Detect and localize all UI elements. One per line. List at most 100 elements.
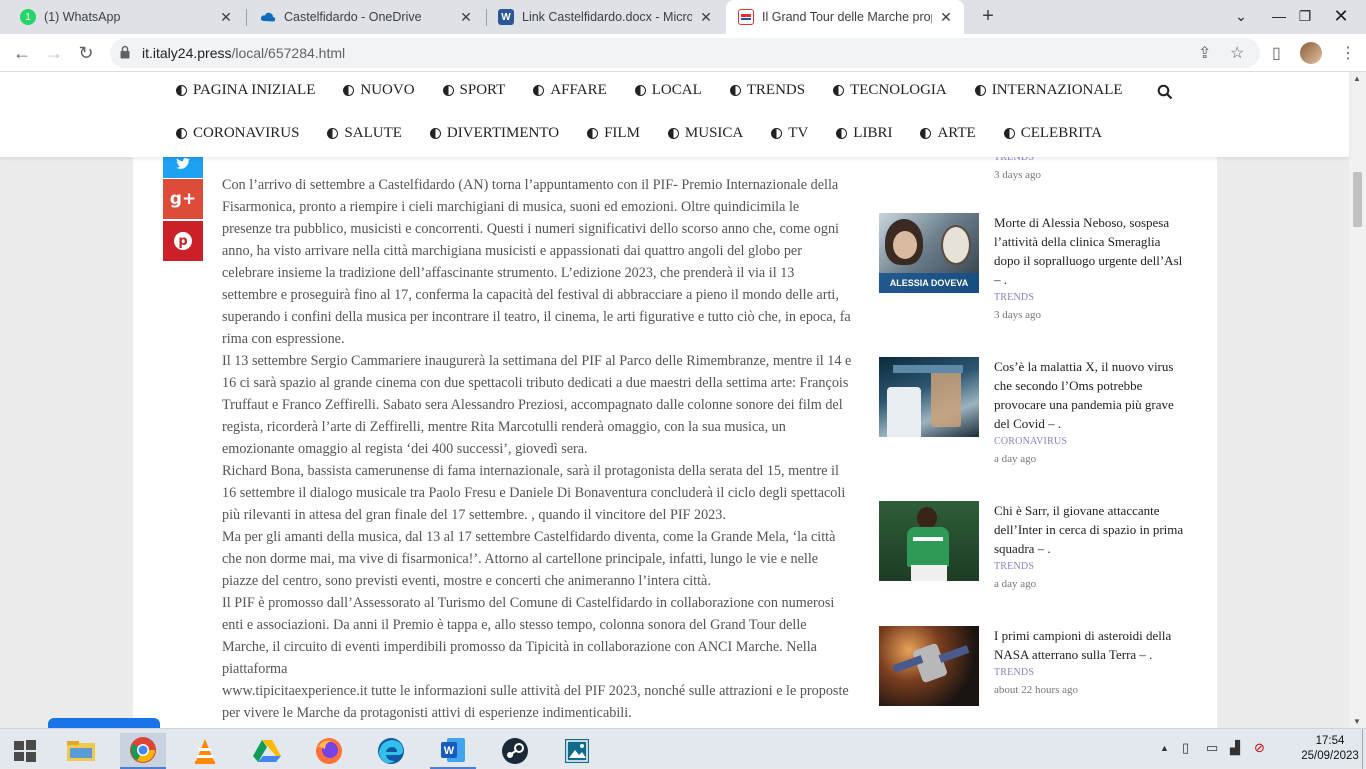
close-tab-icon[interactable]: ✕ — [698, 9, 714, 26]
restore-button[interactable]: ❐ — [1288, 0, 1322, 34]
menu-dots-icon[interactable]: ⋮ — [1340, 43, 1356, 63]
sidebar-title[interactable]: Morte di Alessia Neboso, sospesa l’attiv… — [994, 213, 1189, 289]
close-tab-icon[interactable]: ✕ — [938, 9, 954, 26]
twitter-icon — [176, 158, 190, 169]
nav-item-salute[interactable]: SALUTE — [327, 125, 402, 142]
sidebar-time: a day ago — [994, 453, 1037, 465]
nav-item-film[interactable]: FILM — [587, 125, 640, 142]
nav-item-sport[interactable]: SPORT — [442, 82, 505, 99]
share-icon[interactable]: ⇪ — [1198, 43, 1211, 63]
nav-item-libri[interactable]: LIBRI — [836, 125, 892, 142]
scroll-up-icon[interactable]: ▲ — [1353, 74, 1361, 83]
lock-icon — [120, 45, 130, 59]
article-paragraph: www.tipicitaexperience.it tutte le infor… — [222, 683, 849, 721]
google-plus-share-button[interactable]: g+ — [163, 179, 203, 219]
nav-item-divertimento[interactable]: DIVERTIMENTO — [429, 125, 559, 142]
nav-item-pagina-iniziale[interactable]: PAGINA INIZIALE — [176, 82, 315, 99]
tab-active-article[interactable]: Il Grand Tour delle Marche propo ✕ — [726, 0, 964, 34]
scroll-down-icon[interactable]: ▼ — [1353, 717, 1361, 726]
whatsapp-icon: 1 — [20, 9, 36, 25]
google-plus-icon: g+ — [169, 189, 197, 209]
tab-onedrive[interactable]: Castelfidardo - OneDrive ✕ — [248, 0, 484, 34]
sidebar-title[interactable]: I primi campioni di asteroidi della NASA… — [994, 626, 1189, 664]
sidebar-time: a day ago — [994, 578, 1037, 590]
search-icon[interactable] — [1157, 84, 1173, 100]
file-explorer-icon[interactable] — [58, 733, 104, 769]
sidebar-time: 3 days ago — [994, 309, 1042, 321]
word-taskbar-icon[interactable]: W — [430, 733, 476, 769]
nav-row-2: CORONAVIRUS SALUTE DIVERTIMENTO FILM MUS… — [176, 125, 1130, 142]
nav-item-tv[interactable]: TV — [771, 125, 808, 142]
firefox-icon[interactable] — [306, 733, 352, 769]
show-desktop-button[interactable] — [1362, 729, 1366, 769]
sidebar-category[interactable]: TRENDS — [994, 667, 1189, 678]
sidebar-title[interactable]: Chi è Sarr, il giovane attaccante dell’I… — [994, 501, 1189, 558]
chrome-taskbar-icon[interactable] — [120, 733, 166, 769]
close-tab-icon[interactable]: ✕ — [458, 9, 474, 26]
start-button[interactable] — [2, 733, 48, 769]
edge-icon[interactable] — [368, 733, 414, 769]
floating-button[interactable] — [48, 718, 160, 728]
sidebar-category[interactable]: TRENDS — [994, 561, 1189, 572]
tab-search-icon[interactable]: ⌄ — [1224, 0, 1258, 34]
windows-logo-icon — [14, 740, 36, 762]
reload-button[interactable]: ↻ — [74, 41, 98, 65]
network-icon[interactable]: ▟ — [1230, 740, 1240, 756]
page-scrollbar[interactable]: ▲ ▼ — [1349, 72, 1366, 728]
steam-icon[interactable] — [492, 733, 538, 769]
nav-item-coronavirus[interactable]: CORONAVIRUS — [176, 125, 299, 142]
nav-item-affare[interactable]: AFFARE — [533, 82, 607, 99]
close-tab-icon[interactable]: ✕ — [218, 9, 234, 26]
svg-text:W: W — [444, 745, 455, 757]
article-paragraph: Richard Bona, bassista camerunense di fa… — [222, 463, 846, 523]
nav-item-arte[interactable]: ARTE — [920, 125, 976, 142]
sidebar-thumbnail[interactable] — [879, 501, 979, 581]
new-tab-button[interactable]: + — [976, 5, 1000, 29]
sidebar-thumbnail[interactable] — [879, 357, 979, 437]
sidebar-category[interactable]: TRENDS — [994, 292, 1189, 303]
vlc-icon[interactable] — [182, 733, 228, 769]
tab-word-doc[interactable]: W Link Castelfidardo.docx - Microsof ✕ — [486, 0, 724, 34]
bookmark-star-icon[interactable]: ☆ — [1230, 43, 1244, 63]
word-icon: W — [498, 9, 514, 25]
tab-title: (1) WhatsApp — [44, 10, 121, 24]
tab-whatsapp[interactable]: 1 (1) WhatsApp ✕ — [8, 0, 244, 34]
keyboard-icon[interactable]: ▭ — [1206, 740, 1218, 756]
forward-button[interactable]: → — [42, 41, 66, 65]
photos-app-icon[interactable] — [554, 733, 600, 769]
article-paragraph: Il PIF è promosso dall’Assessorato al Tu… — [222, 595, 835, 677]
clock-date: 25/09/2023 — [1301, 750, 1359, 762]
sidebar-thumbnail[interactable]: ALESSIA DOVEVA SPOSARSI — [879, 213, 979, 293]
device-icon[interactable]: ▯ — [1182, 740, 1189, 756]
profile-avatar[interactable] — [1300, 42, 1322, 64]
browser-toolbar: ← → ↻ it.italy24.press/local/657284.html… — [0, 34, 1366, 72]
side-panel-icon[interactable]: ▯ — [1272, 43, 1281, 63]
sidebar-thumbnail[interactable] — [879, 626, 979, 706]
article-paragraph: Ma per gli amanti della musica, dal 13 a… — [222, 529, 836, 589]
google-drive-icon[interactable] — [244, 733, 290, 769]
onedrive-icon — [260, 9, 276, 25]
tab-title: Castelfidardo - OneDrive — [284, 10, 422, 24]
taskbar-clock[interactable]: 17:54 25/09/2023 — [1300, 734, 1360, 764]
sidebar-category[interactable]: CORONAVIRUS — [994, 436, 1189, 447]
scrollbar-thumb[interactable] — [1353, 172, 1362, 227]
back-button[interactable]: ← — [10, 41, 34, 65]
pinterest-share-button[interactable]: p — [163, 221, 203, 261]
windows-taskbar: W ▲ ▯ ▭ ▟ ⊘ 17:54 25/09/2023 — [0, 728, 1366, 769]
nav-item-tecnologia[interactable]: TECNOLOGIA — [833, 82, 947, 99]
nav-item-internazionale[interactable]: INTERNAZIONALE — [974, 82, 1123, 99]
sidebar-title[interactable]: Cos’è la malattia X, il nuovo virus che … — [994, 357, 1189, 433]
sidebar-time: about 22 hours ago — [994, 684, 1079, 696]
show-hidden-icons[interactable]: ▲ — [1160, 743, 1169, 753]
volume-muted-icon[interactable]: ⊘ — [1254, 740, 1265, 756]
nav-item-local[interactable]: LOCAL — [634, 82, 702, 99]
close-window-button[interactable]: ✕ — [1324, 0, 1358, 34]
twitter-share-button[interactable] — [163, 157, 203, 178]
nav-item-trends[interactable]: TRENDS — [729, 82, 805, 99]
sidebar-time: 3 days ago — [994, 169, 1042, 181]
url-text: it.italy24.press/local/657284.html — [142, 45, 346, 61]
address-bar[interactable]: it.italy24.press/local/657284.html ⇪ ☆ — [110, 38, 1260, 68]
nav-item-nuovo[interactable]: NUOVO — [343, 82, 415, 99]
nav-item-musica[interactable]: MUSICA — [667, 125, 743, 142]
nav-item-celebrita[interactable]: CELEBRITA — [1003, 125, 1102, 142]
